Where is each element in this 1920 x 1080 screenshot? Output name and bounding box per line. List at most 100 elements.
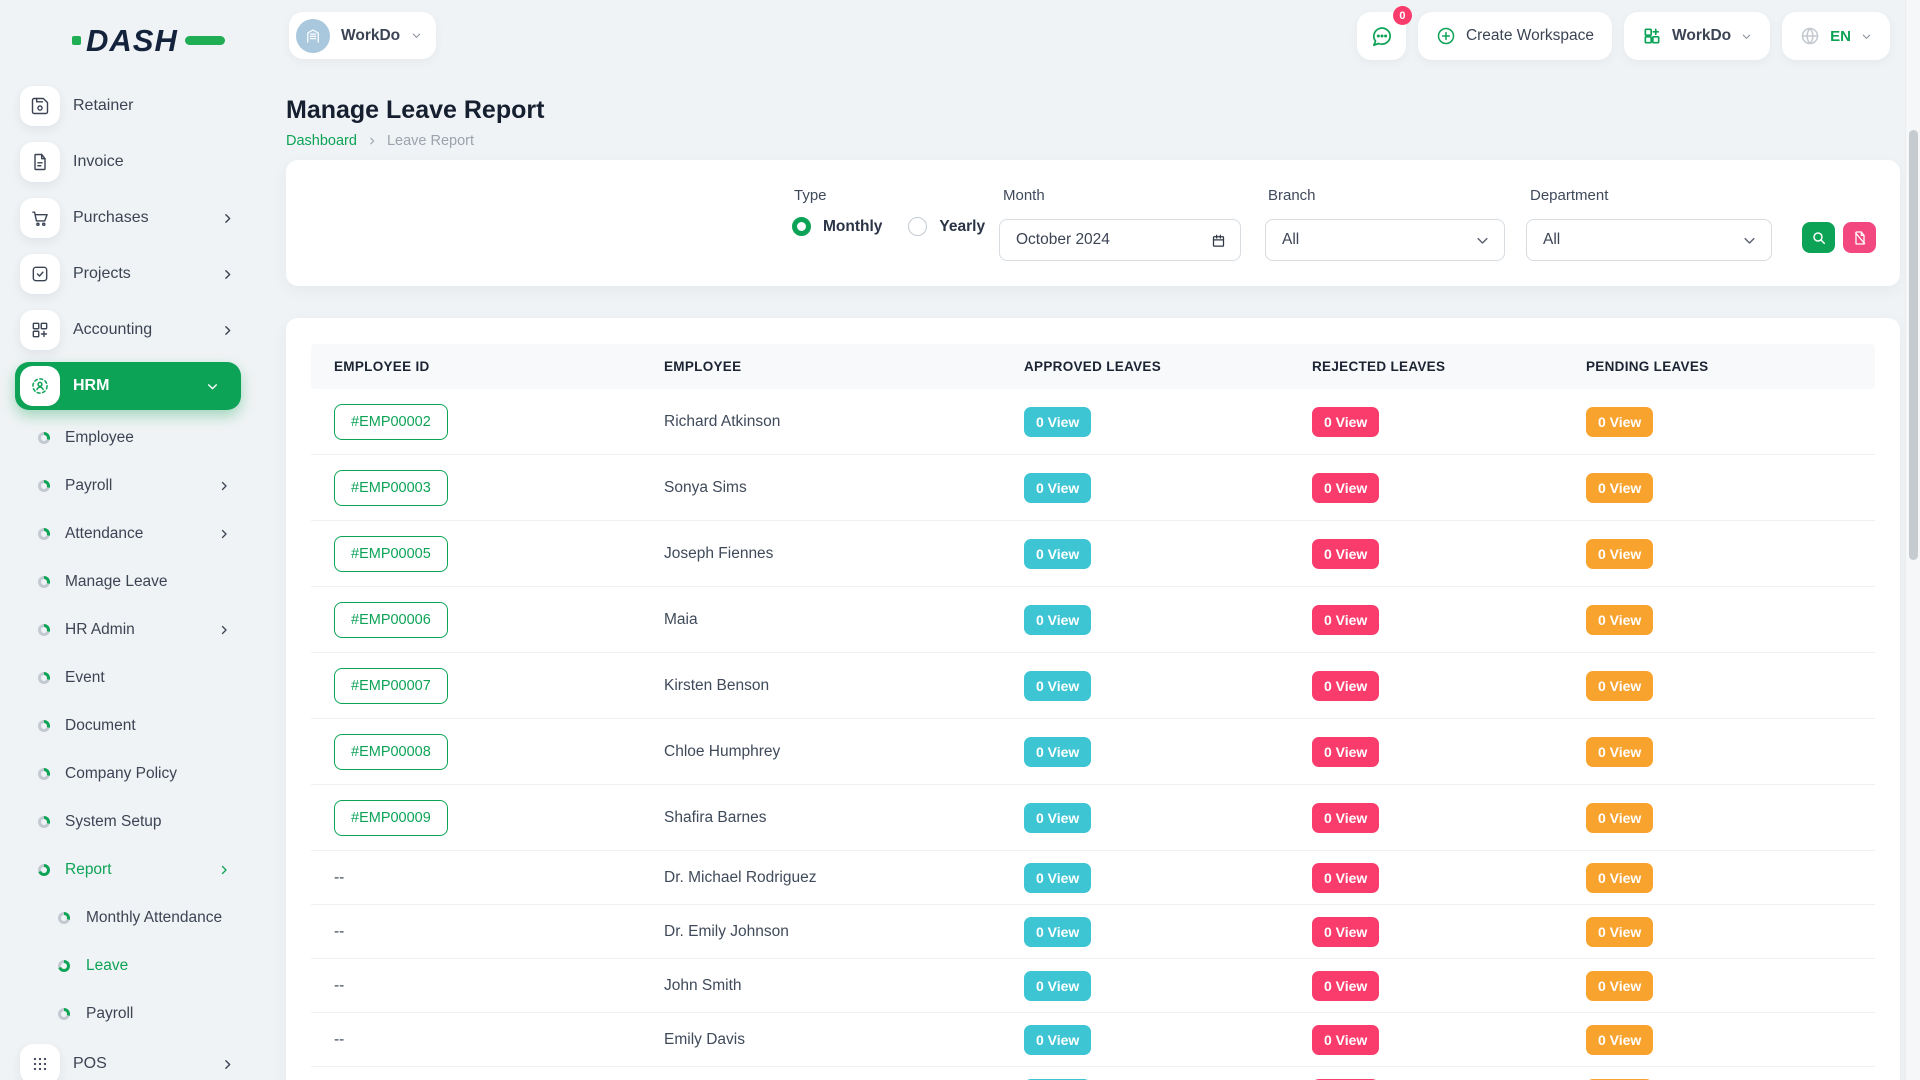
vertical-scrollbar[interactable] [1905,0,1920,1080]
rejected-leaves-view-badge[interactable]: 0 View [1312,407,1379,437]
sidebar-subitem-document[interactable]: Document [0,702,256,750]
pending-leaves-view-badge[interactable]: 0 View [1586,671,1653,701]
sidebar-item-label: Accounting [73,321,152,339]
approved-leaves-view-badge[interactable]: 0 View [1024,1025,1091,1055]
sidebar-subitem-system-setup[interactable]: System Setup [0,798,256,846]
sidebar-subitem-payroll[interactable]: Payroll [0,462,256,510]
sidebar-item-accounting[interactable]: Accounting [0,310,256,350]
pending-leaves-view-badge[interactable]: 0 View [1586,1025,1653,1055]
sidebar-item-invoice[interactable]: Invoice [0,142,256,182]
workspace-dropdown-label: WorkDo [1672,27,1731,45]
employee-id-button[interactable]: #EMP00009 [334,800,448,836]
sidebar-subitem-monthly-attendance[interactable]: Monthly Attendance [0,894,256,942]
branch-select[interactable]: All [1265,219,1505,261]
pending-leaves-view-badge[interactable]: 0 View [1586,803,1653,833]
pending-leaves-view-badge[interactable]: 0 View [1586,917,1653,947]
approved-leaves-cell: 0 View [1001,863,1289,893]
sidebar-item-projects[interactable]: Projects [0,254,256,294]
bullet-icon [58,912,70,924]
messages-button[interactable]: 0 [1357,12,1406,60]
rejected-leaves-view-badge[interactable]: 0 View [1312,671,1379,701]
pending-leaves-cell: 0 View [1563,971,1871,1001]
approved-leaves-view-badge[interactable]: 0 View [1024,803,1091,833]
rejected-leaves-view-badge[interactable]: 0 View [1312,1025,1379,1055]
pending-leaves-view-badge[interactable]: 0 View [1586,605,1653,635]
employee-id-button[interactable]: #EMP00008 [334,734,448,770]
sidebar-item-pos[interactable]: POS [0,1044,256,1080]
pending-leaves-view-badge[interactable]: 0 View [1586,473,1653,503]
search-icon [1811,230,1827,246]
approved-leaves-cell: 0 View [1001,473,1289,503]
approved-leaves-cell: 0 View [1001,671,1289,701]
employee-id-button[interactable]: #EMP00002 [334,404,448,440]
sidebar-subitem-hr-admin[interactable]: HR Admin [0,606,256,654]
search-button[interactable] [1802,222,1835,253]
approved-leaves-view-badge[interactable]: 0 View [1024,917,1091,947]
yearly-radio-label[interactable]: Yearly [939,218,985,236]
month-input[interactable]: October 2024 [999,219,1241,261]
sidebar-subitem-label: Attendance [65,525,143,543]
pending-leaves-view-badge[interactable]: 0 View [1586,407,1653,437]
sidebar-subitem-company-policy[interactable]: Company Policy [0,750,256,798]
rejected-leaves-view-badge[interactable]: 0 View [1312,917,1379,947]
department-select-value: All [1543,231,1560,249]
employee-id-button[interactable]: #EMP00007 [334,668,448,704]
rejected-leaves-view-badge[interactable]: 0 View [1312,605,1379,635]
rejected-leaves-view-badge[interactable]: 0 View [1312,473,1379,503]
pending-leaves-view-badge[interactable]: 0 View [1586,737,1653,767]
sidebar-subitem-leave[interactable]: Leave [0,942,256,990]
approved-leaves-view-badge[interactable]: 0 View [1024,737,1091,767]
department-select[interactable]: All [1526,219,1772,261]
retainer-icon [20,86,60,126]
yearly-radio[interactable] [908,217,927,236]
monthly-radio[interactable] [792,217,811,236]
approved-leaves-view-badge[interactable]: 0 View [1024,971,1091,1001]
workspace-dropdown[interactable]: WorkDo [1624,12,1770,60]
globe-icon [1800,26,1820,46]
scrollbar-thumb[interactable] [1909,130,1918,560]
table-body: #EMP00002Richard Atkinson0 View0 View0 V… [311,389,1875,1080]
employee-id-button[interactable]: #EMP00003 [334,470,448,506]
pending-leaves-view-badge[interactable]: 0 View [1586,863,1653,893]
employee-id-button[interactable]: #EMP00005 [334,536,448,572]
messages-count-badge: 0 [1393,6,1412,25]
approved-leaves-view-badge[interactable]: 0 View [1024,407,1091,437]
sidebar-subitem-report[interactable]: Report [0,846,256,894]
sidebar-subitem-employee[interactable]: Employee [0,414,256,462]
monthly-radio-label[interactable]: Monthly [823,218,882,236]
employee-id-cell: #EMP00008 [311,734,641,770]
rejected-leaves-view-badge[interactable]: 0 View [1312,863,1379,893]
sidebar-subitem-event[interactable]: Event [0,654,256,702]
pending-leaves-view-badge[interactable]: 0 View [1586,971,1653,1001]
calendar-icon[interactable] [1211,233,1226,248]
department-filter-label: Department [1530,187,1608,204]
pending-leaves-view-badge[interactable]: 0 View [1586,539,1653,569]
bullet-icon [58,960,70,972]
sidebar-item-hrm[interactable]: HRM [15,362,241,410]
rejected-leaves-view-badge[interactable]: 0 View [1312,539,1379,569]
sidebar-subitem-payroll[interactable]: Payroll [0,990,256,1038]
sidebar-subitem-attendance[interactable]: Attendance [0,510,256,558]
rejected-leaves-view-badge[interactable]: 0 View [1312,971,1379,1001]
approved-leaves-view-badge[interactable]: 0 View [1024,605,1091,635]
reset-button[interactable] [1843,222,1876,253]
approved-leaves-view-badge[interactable]: 0 View [1024,671,1091,701]
sidebar-subitem-label: Employee [65,429,134,447]
employee-id-button[interactable]: #EMP00006 [334,602,448,638]
language-selector[interactable]: EN [1782,12,1890,60]
breadcrumb-dashboard-link[interactable]: Dashboard [286,133,357,149]
approved-leaves-view-badge[interactable]: 0 View [1024,863,1091,893]
rejected-leaves-cell: 0 View [1289,863,1563,893]
rejected-leaves-view-badge[interactable]: 0 View [1312,737,1379,767]
workspace-chip[interactable]: WorkDo [289,12,436,59]
brand-logo[interactable]: DASH [72,24,256,56]
approved-leaves-view-badge[interactable]: 0 View [1024,539,1091,569]
sidebar-item-purchases[interactable]: Purchases [0,198,256,238]
create-workspace-button[interactable]: Create Workspace [1418,12,1612,60]
sidebar-subitem-manage-leave[interactable]: Manage Leave [0,558,256,606]
sidebar-item-retainer[interactable]: Retainer [0,86,256,126]
sidebar-item-label: POS [73,1055,107,1073]
rejected-leaves-view-badge[interactable]: 0 View [1312,803,1379,833]
employee-id-cell: #EMP00003 [311,470,641,506]
approved-leaves-view-badge[interactable]: 0 View [1024,473,1091,503]
